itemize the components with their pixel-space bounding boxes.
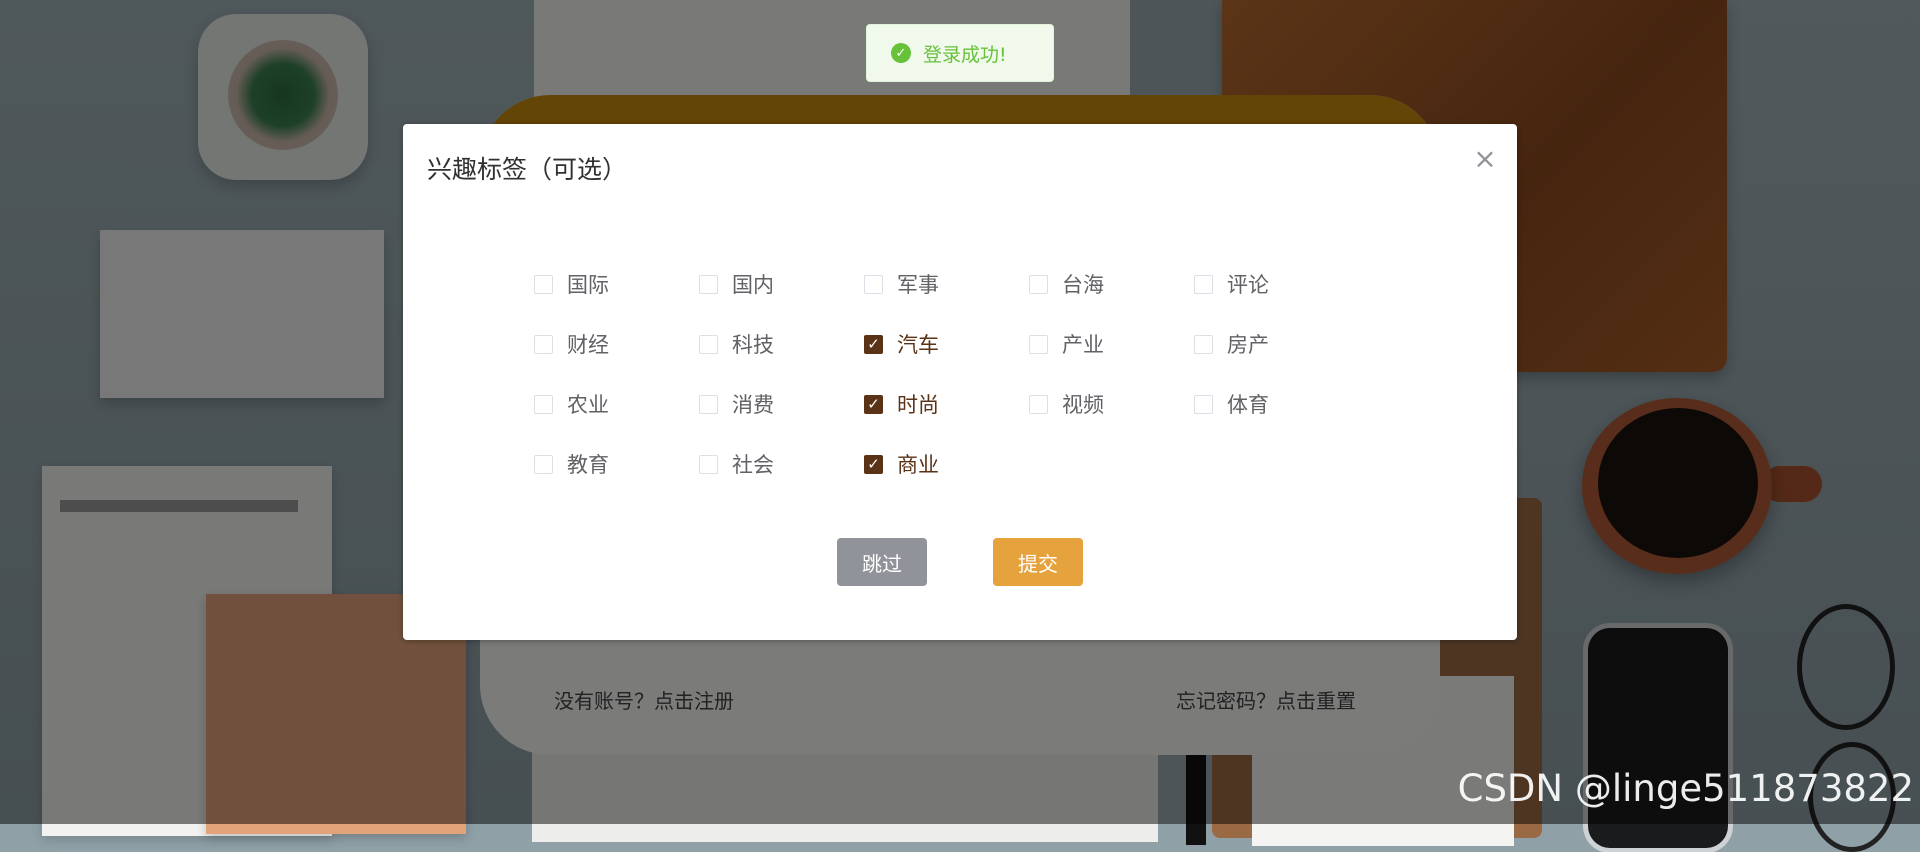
submit-button[interactable]: 提交 [993,538,1083,586]
tag-checkbox[interactable]: 房产 [1194,314,1359,374]
tag-checkbox[interactable]: 台海 [1029,254,1194,314]
checkbox-box[interactable] [1029,274,1048,294]
success-toast: ✓ 登录成功! [866,24,1054,82]
csdn-watermark: CSDN @linge511873822 [1457,767,1914,810]
checkbox-box[interactable] [1029,334,1048,354]
tag-label: 科技 [732,333,774,357]
tag-label: 时尚 [897,393,939,417]
tag-checkbox[interactable]: 科技 [699,314,864,374]
tag-label: 国内 [732,273,774,297]
tag-checkbox[interactable]: 产业 [1029,314,1194,374]
tag-checkbox[interactable]: 农业 [534,374,699,434]
tag-label: 体育 [1227,393,1269,417]
tag-label: 农业 [567,393,609,417]
tag-checkbox[interactable]: 评论 [1194,254,1359,314]
tag-label: 社会 [732,453,774,477]
checkbox-box[interactable] [1194,394,1213,414]
checkbox-box[interactable] [534,334,553,354]
tag-checkbox[interactable]: 教育 [534,434,699,494]
tag-label: 评论 [1227,273,1269,297]
close-icon[interactable]: × [1469,142,1501,175]
tag-label: 军事 [897,273,939,297]
checkbox-box[interactable] [1194,274,1213,294]
checkbox-box[interactable]: ✓ [864,394,883,414]
checkbox-box[interactable] [534,274,553,294]
checkbox-box[interactable] [1029,394,1048,414]
checkbox-box[interactable]: ✓ [864,454,883,474]
check-circle-icon: ✓ [891,43,911,63]
tag-label: 消费 [732,393,774,417]
tag-checkbox[interactable]: 消费 [699,374,864,434]
tag-label: 台海 [1062,273,1104,297]
tag-label: 教育 [567,453,609,477]
tag-checkbox[interactable]: 视频 [1029,374,1194,434]
tag-checkbox[interactable]: 军事 [864,254,1029,314]
checkbox-box[interactable] [699,334,718,354]
tag-checkbox[interactable]: ✓ 汽车 [864,314,1029,374]
tag-label: 汽车 [897,333,939,357]
checkbox-box[interactable] [534,394,553,414]
tag-label: 视频 [1062,393,1104,417]
checkbox-box[interactable] [699,394,718,414]
tag-label: 国际 [567,273,609,297]
interest-tags-dialog: 兴趣标签（可选） × 国际 国内 军事 台海 评论 财经 科技 ✓ 汽车 产业 房… [403,124,1517,640]
tag-checkbox[interactable]: 国内 [699,254,864,314]
checkbox-box[interactable]: ✓ [864,334,883,354]
checkbox-box[interactable] [1194,334,1213,354]
tag-checkbox[interactable]: 社会 [699,434,864,494]
tag-label: 商业 [897,453,939,477]
checkbox-box[interactable] [699,274,718,294]
checkbox-box[interactable] [864,274,883,294]
tag-checkbox[interactable]: 体育 [1194,374,1359,434]
tag-label: 财经 [567,333,609,357]
dialog-title: 兴趣标签（可选） [427,155,628,184]
tag-checkbox[interactable]: ✓ 商业 [864,434,1029,494]
tag-checkbox[interactable]: 国际 [534,254,699,314]
interest-tags-group: 国际 国内 军事 台海 评论 财经 科技 ✓ 汽车 产业 房产 农业 消费 ✓ 时尚… [534,254,1374,494]
toast-message: 登录成功! [923,43,1007,66]
tag-checkbox[interactable]: 财经 [534,314,699,374]
tag-label: 产业 [1062,333,1104,357]
tag-label: 房产 [1227,333,1269,357]
checkbox-box[interactable] [699,454,718,474]
skip-button[interactable]: 跳过 [837,538,927,586]
checkbox-box[interactable] [534,454,553,474]
tag-checkbox[interactable]: ✓ 时尚 [864,374,1029,434]
